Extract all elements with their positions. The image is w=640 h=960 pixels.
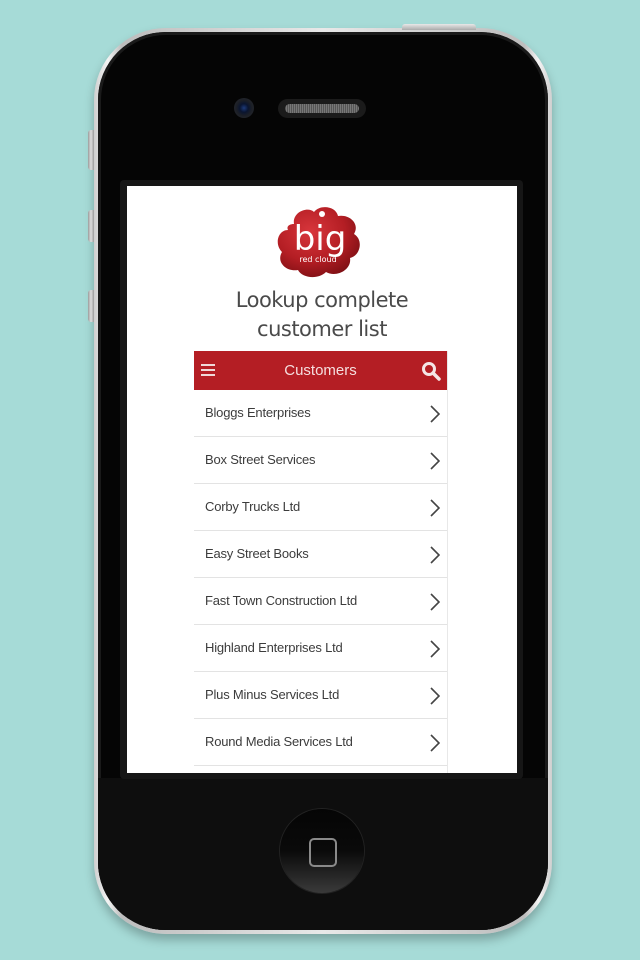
customer-name: Round Media Services Ltd xyxy=(205,734,353,749)
home-button[interactable] xyxy=(280,809,364,893)
customer-list-item[interactable]: Fast Town Construction Ltd xyxy=(194,578,447,625)
logo-brand-main: big xyxy=(294,219,347,259)
chevron-right-icon xyxy=(430,640,440,658)
home-square-icon xyxy=(309,838,337,867)
chevron-right-icon xyxy=(430,593,440,611)
app-bar: Customers xyxy=(194,351,447,390)
customers-app: Customers Bloggs Enterprises Box Street S… xyxy=(194,351,448,773)
customer-name: Box Street Services xyxy=(205,452,316,467)
chevron-right-icon xyxy=(430,687,440,705)
customer-list-item[interactable]: Bloggs Enterprises xyxy=(194,390,447,437)
customer-list: Bloggs Enterprises Box Street Services Cor… xyxy=(194,390,447,766)
customer-list-item[interactable]: Corby Trucks Ltd xyxy=(194,484,447,531)
logo-brand-sub: red cloud xyxy=(299,255,336,264)
promo-heading: Lookup complete customer list xyxy=(127,286,517,344)
chevron-right-icon xyxy=(430,452,440,470)
promo-heading-line1: Lookup complete xyxy=(235,288,409,312)
customer-name: Plus Minus Services Ltd xyxy=(205,687,340,702)
customer-list-item[interactable]: Plus Minus Services Ltd xyxy=(194,672,447,719)
promo-heading-line2: customer list xyxy=(257,317,387,341)
chevron-right-icon xyxy=(430,546,440,564)
chevron-right-icon xyxy=(430,499,440,517)
power-button xyxy=(402,24,476,30)
customer-name: Easy Street Books xyxy=(205,546,309,561)
customer-name: Bloggs Enterprises xyxy=(205,405,311,420)
earpiece-speaker xyxy=(278,99,366,118)
big-red-cloud-logo: big red cloud xyxy=(277,207,360,278)
chevron-right-icon xyxy=(430,734,440,752)
chevron-right-icon xyxy=(430,405,440,423)
customer-list-item[interactable]: Easy Street Books xyxy=(194,531,447,578)
customer-list-item[interactable]: Highland Enterprises Ltd xyxy=(194,625,447,672)
volume-up-button xyxy=(88,210,94,242)
phone-screen: big red cloud Lookup complete customer l… xyxy=(127,186,517,773)
customer-list-item[interactable]: Round Media Services Ltd xyxy=(194,719,447,766)
volume-down-button xyxy=(88,290,94,322)
search-icon[interactable] xyxy=(421,361,441,381)
app-bar-title: Customers xyxy=(284,362,357,379)
front-camera-icon xyxy=(234,98,254,118)
customer-name: Corby Trucks Ltd xyxy=(205,499,301,514)
customer-name: Fast Town Construction Ltd xyxy=(205,593,358,608)
mute-switch xyxy=(88,130,94,170)
customer-name: Highland Enterprises Ltd xyxy=(205,640,343,655)
customer-list-item[interactable]: Box Street Services xyxy=(194,437,447,484)
